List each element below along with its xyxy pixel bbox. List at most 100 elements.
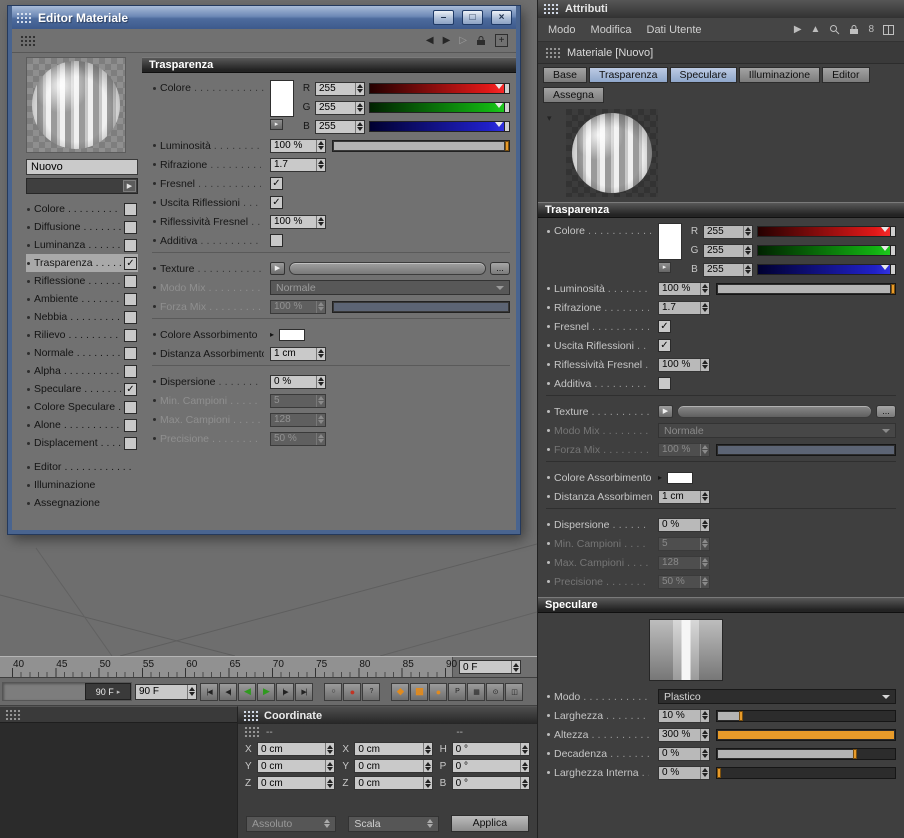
am-red-gradient[interactable] [757,226,896,237]
channel-item[interactable]: Colore Speculare [26,398,138,416]
me-preview-box[interactable] [26,57,126,153]
am-decadenza-field[interactable]: 0 % [658,746,710,761]
lock-icon[interactable] [476,35,486,46]
section-header-speculare[interactable]: Speculare [538,597,904,613]
size-mode-dropdown[interactable]: Scala [348,815,439,832]
me-blue-field[interactable]: 255 [315,119,365,134]
me-texture-slot[interactable] [289,262,486,275]
keyframe-tool-button[interactable]: ▩ [410,682,428,701]
keyframe-tool-button[interactable]: ● [429,682,447,701]
channel-checkbox[interactable] [124,292,137,306]
am-expand-color-button[interactable]: ▸ [658,262,671,273]
channel-item[interactable]: Nebbia [26,308,138,326]
me-green-field[interactable]: 255 [315,100,365,115]
section-header-trasparenza[interactable]: Trasparenza [538,202,904,218]
timeline-ruler[interactable]: 40 45 50 55 60 65 70 75 80 85 90 0 F [0,656,537,678]
playback-button[interactable]: |▶ [276,682,294,701]
me-rifrazione-field[interactable]: 1.7 [270,157,326,172]
am-larghezza-interna-slider[interactable] [716,766,896,779]
playback-button[interactable]: ◀| [219,682,237,701]
search-icon[interactable] [829,24,840,35]
me-color-swatch[interactable] [270,80,294,117]
channel-item[interactable]: Diffusione [26,218,138,236]
channel-item[interactable]: Alpha [26,362,138,380]
attribute-tab[interactable]: Trasparenza [588,67,668,83]
keyframe-tool-button[interactable]: ⊙ [486,682,504,701]
me-texture-arrow-button[interactable]: ▶ [270,262,285,275]
me-expand-color-button[interactable]: ▸ [270,119,283,130]
window-titlebar[interactable]: Editor Materiale – □ × [12,6,516,29]
current-frame-field[interactable]: 90 F [135,683,197,700]
channel-item[interactable]: Trasparenza ✓ [26,254,138,272]
channel-checkbox[interactable] [124,220,137,234]
am-color-swatch[interactable] [658,223,682,260]
channel-checkbox[interactable] [124,328,137,342]
keyframe-tool-button[interactable]: ◫ [505,682,523,701]
me-distanza-field[interactable]: 1 cm [270,346,326,361]
nav-forward-icon[interactable]: ▶ [794,24,802,35]
timeline-range-slider[interactable]: 90 F ▸ [2,682,132,701]
menu-modifica[interactable]: Modifica [591,24,632,36]
keyframe-tool-button[interactable]: ▦ [467,682,485,701]
channel-checkbox[interactable]: ✓ [124,382,137,396]
playback-button[interactable]: ◀ [238,682,256,701]
am-luminosita-slider[interactable] [716,282,896,295]
me-luminosita-field[interactable]: 100 % [270,138,326,153]
nav-back-icon[interactable]: ◀ [426,35,434,46]
attribute-tab[interactable]: Base [543,67,587,83]
channel-item[interactable]: Displacement [26,434,138,452]
am-larghezza-slider[interactable] [716,709,896,722]
attributes-header[interactable]: Attributi [538,0,904,18]
channel-checkbox[interactable] [124,274,137,288]
ruler-scale[interactable]: 40 45 50 55 60 65 70 75 80 85 90 [0,657,457,677]
am-red-field[interactable]: 255 [703,224,753,239]
specular-curve[interactable] [649,619,723,681]
record-button[interactable]: ● [343,682,361,701]
material-selector-dropdown[interactable]: ▶ [26,178,138,194]
channel-page-item[interactable]: Illuminazione [26,476,138,494]
scale-y-field[interactable]: 0 cm [354,759,433,773]
playback-button[interactable]: ▶ [257,682,275,701]
position-x-field[interactable]: 0 cm [257,742,336,756]
am-altezza-slider[interactable] [716,728,896,741]
am-blue-gradient[interactable] [757,264,896,275]
materials-panel[interactable] [0,706,237,838]
channel-checkbox[interactable]: ✓ [124,256,137,270]
tab-assegna[interactable]: Assegna [543,87,604,103]
playback-button[interactable]: ▶| [295,682,313,701]
am-texture-browse-button[interactable]: ... [876,405,896,418]
lock-icon[interactable] [849,24,859,35]
me-assorbimento-swatch[interactable] [279,328,306,341]
rotation-p-field[interactable]: 0 ° [451,759,530,773]
me-blue-gradient[interactable] [369,121,510,132]
channel-checkbox[interactable] [124,418,137,432]
me-fresnel-checkbox[interactable]: ✓ [270,177,283,190]
channel-checkbox[interactable] [124,364,137,378]
channel-item[interactable]: Speculare ✓ [26,380,138,398]
channel-item[interactable]: Riflessione [26,272,138,290]
nav-forward-icon[interactable]: ▶ [443,35,451,46]
am-green-field[interactable]: 255 [703,243,753,258]
am-green-gradient[interactable] [757,245,896,256]
channel-item[interactable]: Alone [26,416,138,434]
material-name-field[interactable]: Nuovo [26,159,138,175]
scale-x-field[interactable]: 0 cm [354,742,433,756]
menu-modo[interactable]: Modo [548,24,576,36]
scale-z-field[interactable]: 0 cm [354,776,433,790]
am-texture-arrow-button[interactable]: ▶ [658,405,673,418]
am-larghezza-interna-field[interactable]: 0 % [658,765,710,780]
am-luminosita-field[interactable]: 100 % [658,281,710,296]
me-dispersione-field[interactable]: 0 % [270,374,326,389]
channel-checkbox[interactable] [124,202,137,216]
coordinates-header[interactable]: Coordinate [238,707,537,724]
attribute-tab[interactable]: Illuminazione [738,67,821,83]
playback-button[interactable]: |◀ [200,682,218,701]
channel-checkbox[interactable] [124,238,137,252]
channel-item[interactable]: Rilievo [26,326,138,344]
rotation-b-field[interactable]: 0 ° [451,776,530,790]
keyframe-tool-button[interactable]: P [448,682,466,701]
am-larghezza-field[interactable]: 10 % [658,708,710,723]
am-uscita-checkbox[interactable]: ✓ [658,339,671,352]
channel-checkbox[interactable] [124,310,137,324]
am-dispersione-field[interactable]: 0 % [658,517,710,532]
